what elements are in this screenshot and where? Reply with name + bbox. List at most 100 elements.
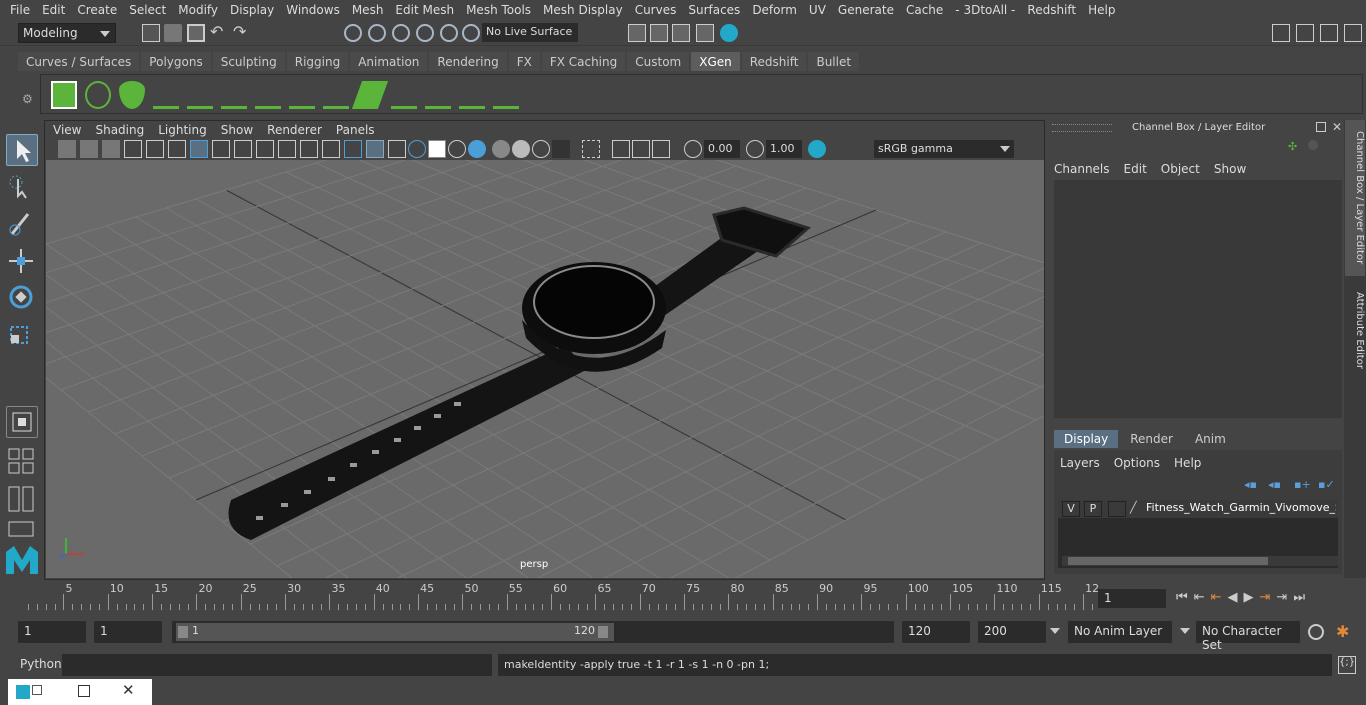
range-end-grip[interactable] <box>598 626 608 638</box>
safe-title-icon[interactable] <box>322 140 340 158</box>
menu-item-12[interactable]: Surfaces <box>682 3 746 17</box>
command-input[interactable] <box>62 654 492 676</box>
screen-space-ao-icon[interactable] <box>468 140 486 158</box>
menu-item-8[interactable]: Edit Mesh <box>389 3 460 17</box>
command-language-label[interactable]: Python <box>20 657 62 671</box>
resolution-gate-icon[interactable] <box>234 140 252 158</box>
channel-option-icon[interactable] <box>1308 140 1318 150</box>
fitness-watch-model[interactable] <box>46 160 1044 578</box>
gate-mask-icon[interactable] <box>256 140 274 158</box>
gamma-icon[interactable] <box>746 140 764 158</box>
menu-item-14[interactable]: UV <box>803 3 832 17</box>
menu-item-7[interactable]: Mesh <box>346 3 390 17</box>
channel-menu-1[interactable]: Edit <box>1124 162 1147 176</box>
menu-item-18[interactable]: Redshift <box>1021 3 1082 17</box>
panel-grip[interactable] <box>1052 124 1112 132</box>
select-tool-icon[interactable] <box>6 134 38 166</box>
grease-pencil-icon[interactable] <box>168 140 186 158</box>
auto-key-icon[interactable] <box>1308 624 1324 640</box>
maximize-window-icon[interactable] <box>78 685 90 697</box>
viewport-menu-0[interactable]: View <box>46 123 88 137</box>
new-scene-icon[interactable] <box>142 24 160 42</box>
sculpt-guides-icon[interactable] <box>323 81 349 109</box>
safe-action-icon[interactable] <box>300 140 318 158</box>
rotate-tool-icon[interactable] <box>6 282 38 314</box>
layout-two-view-icon[interactable] <box>6 484 38 516</box>
snap-point-icon[interactable] <box>392 24 410 42</box>
multisample-aa-icon[interactable] <box>512 140 530 158</box>
live-surface-field[interactable]: No Live Surface <box>482 23 578 42</box>
isolate-select-icon[interactable] <box>552 140 570 158</box>
float-panel-icon[interactable] <box>1316 122 1326 132</box>
create-description-icon[interactable] <box>119 81 145 109</box>
snap-surface-icon[interactable] <box>440 24 458 42</box>
snap-view-icon[interactable] <box>416 24 434 42</box>
grid-toggle-icon[interactable] <box>190 140 208 158</box>
make-live-icon[interactable] <box>462 24 480 42</box>
layer-visibility-toggle[interactable]: V <box>1062 501 1080 517</box>
scale-tool-icon[interactable] <box>6 318 38 350</box>
axis-gizmo-icon[interactable]: ✣ <box>1288 140 1297 153</box>
step-back-key-icon[interactable]: ⇤ <box>1194 590 1205 608</box>
render-frame-icon[interactable] <box>650 24 668 42</box>
groom-guides-icon[interactable] <box>425 81 451 109</box>
film-gate-icon[interactable] <box>212 140 230 158</box>
layer-scrollbar[interactable] <box>1062 556 1338 566</box>
toggle-panel-icon[interactable] <box>1296 24 1314 42</box>
attribute-editor-toggle-icon[interactable] <box>1344 24 1362 42</box>
shelf-tab-4[interactable]: Animation <box>350 52 428 71</box>
camera-attributes-icon[interactable] <box>80 140 98 158</box>
viewport-scene[interactable] <box>46 160 1044 578</box>
viewport-menu-4[interactable]: Renderer <box>260 123 329 137</box>
snap-curve-icon[interactable] <box>368 24 386 42</box>
xray-joints-icon[interactable] <box>612 140 630 158</box>
tab-attribute-editor[interactable]: Attribute Editor <box>1345 280 1365 380</box>
chevron-down-icon[interactable] <box>1050 628 1060 639</box>
viewport-menu-2[interactable]: Lighting <box>151 123 214 137</box>
move-tool-icon[interactable] <box>6 246 38 278</box>
lock-guides-icon[interactable] <box>289 81 315 109</box>
chevron-down-icon[interactable] <box>1180 628 1190 639</box>
scene-end-field[interactable]: 200 <box>978 621 1046 643</box>
move-layer-down-icon[interactable]: ◂▪ <box>1268 478 1281 491</box>
range-slider-handle[interactable]: 1 120 <box>176 623 614 641</box>
scene-start-field[interactable]: 1 <box>18 621 86 643</box>
two-d-pan-zoom-icon[interactable] <box>146 140 164 158</box>
grid-guides-icon[interactable] <box>351 81 389 109</box>
channel-menu-2[interactable]: Object <box>1161 162 1200 176</box>
exposure-field[interactable]: 0.00 <box>704 140 740 158</box>
move-layer-up-icon[interactable]: ◂▪ <box>1244 478 1257 491</box>
viewport-menu-3[interactable]: Show <box>214 123 260 137</box>
layer-tab-0[interactable]: Display <box>1054 430 1119 448</box>
layer-playback-toggle[interactable]: P <box>1084 501 1102 517</box>
menu-item-16[interactable]: Cache <box>900 3 949 17</box>
layer-color-icon[interactable]: ╱ <box>1130 501 1144 517</box>
new-layer-selected-icon[interactable]: ▪✓ <box>1318 478 1335 491</box>
channel-box-toggle-icon[interactable] <box>1320 24 1338 42</box>
add-guides-icon[interactable] <box>153 81 179 109</box>
shelf-tab-9[interactable]: XGen <box>691 52 740 71</box>
playback-end-field[interactable]: 120 <box>902 621 970 643</box>
delete-guides-icon[interactable] <box>493 81 519 109</box>
character-set-dropdown[interactable]: No Character Set <box>1196 621 1300 652</box>
workspace-icon[interactable] <box>1272 24 1290 42</box>
new-layer-icon[interactable]: ▪+ <box>1294 478 1311 491</box>
menu-item-9[interactable]: Mesh Tools <box>460 3 537 17</box>
timeline-ruler[interactable]: 5 10 15 20 25 30 35 40 45 50 55 60 65 70 75 80 85 90 95 100… <box>24 582 1099 612</box>
close-panel-icon[interactable]: ✕ <box>1332 120 1342 134</box>
field-chart-icon[interactable] <box>278 140 296 158</box>
menu-item-6[interactable]: Windows <box>280 3 346 17</box>
wireframe-icon[interactable] <box>344 140 362 158</box>
mode-selector[interactable]: Modeling <box>18 23 116 43</box>
channel-menu-3[interactable]: Show <box>1214 162 1246 176</box>
soft-select-icon[interactable] <box>6 406 38 438</box>
script-editor-icon[interactable]: {;} <box>1338 656 1356 674</box>
show-guides-icon[interactable] <box>255 81 281 109</box>
restore-window-icon[interactable] <box>32 685 42 695</box>
play-forward-icon[interactable]: ▶ <box>1244 590 1254 608</box>
layer-menu-1[interactable]: Options <box>1114 456 1160 470</box>
viewport-menu-5[interactable]: Panels <box>329 123 382 137</box>
use-lights-icon[interactable] <box>428 140 446 158</box>
shelf-tab-1[interactable]: Polygons <box>141 52 211 71</box>
smooth-shade-icon[interactable] <box>366 140 384 158</box>
